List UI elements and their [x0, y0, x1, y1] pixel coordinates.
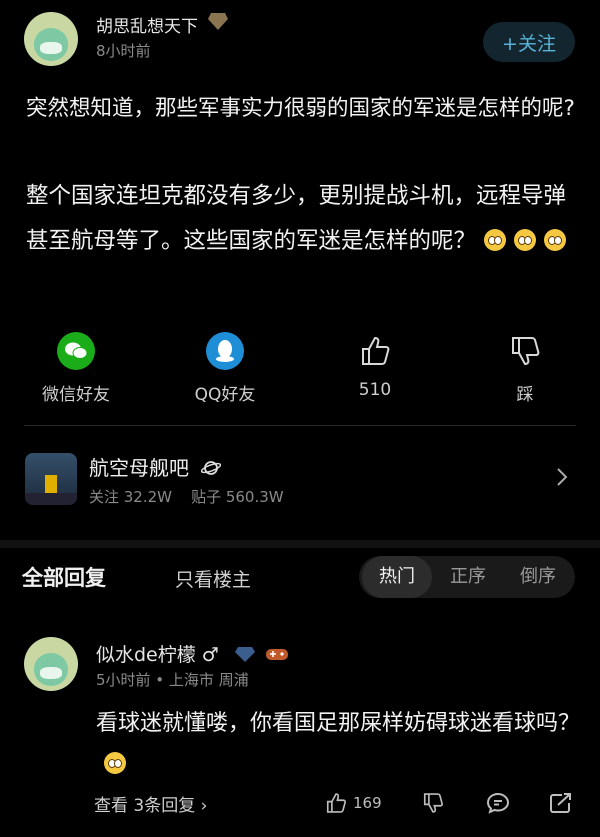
- sort-descending[interactable]: 倒序: [503, 556, 573, 598]
- chevron-right-icon[interactable]: [556, 467, 568, 493]
- replier-avatar[interactable]: [24, 637, 78, 691]
- post-time: 8小时前: [96, 42, 151, 60]
- sort-ascending[interactable]: 正序: [433, 556, 503, 598]
- share-icon: [550, 793, 571, 813]
- emoji-icon: [104, 752, 126, 774]
- forum-avatar[interactable]: [25, 453, 77, 505]
- divider: [24, 425, 576, 426]
- wechat-label: 微信好友: [42, 385, 110, 405]
- reply-dislike-button[interactable]: [422, 790, 444, 816]
- emoji-icon: [514, 229, 537, 251]
- author-avatar[interactable]: [24, 12, 78, 66]
- replier-name[interactable]: 似水de柠檬 ♂: [96, 640, 289, 667]
- reply-text-content: 看球迷就懂喽，你看国足那屎样妨碍球迷看球吗？: [96, 711, 581, 736]
- post-body: 整个国家连坦克都没有多少，更别提战斗机，远程导弹甚至航母等了。这些国家的军迷是怎…: [26, 174, 582, 264]
- qq-icon: [206, 332, 244, 370]
- reply-text: 看球迷就懂喽，你看国足那屎样妨碍球迷看球吗？: [96, 703, 582, 785]
- wechat-icon: [57, 332, 95, 370]
- forum-name-text: 航空母舰吧: [89, 456, 189, 480]
- share-wechat-button[interactable]: 微信好友: [16, 332, 136, 405]
- reply-meta: 5小时前 • 上海市 周浦: [96, 671, 249, 689]
- dislike-button[interactable]: 踩: [465, 332, 585, 405]
- reply-share-button[interactable]: [549, 790, 573, 816]
- gamepad-icon: [265, 649, 288, 660]
- emoji-icon: [544, 229, 567, 251]
- forum-stats: 关注 32.2W 贴子 560.3W: [89, 488, 284, 506]
- thumbs-up-icon: [326, 793, 347, 813]
- comment-icon: [486, 792, 510, 814]
- forum-name[interactable]: 航空母舰吧: [89, 452, 222, 481]
- post-title: 突然想知道，那些军事实力很弱的国家的军迷是怎样的呢?: [26, 96, 575, 121]
- emoji-icon: [484, 229, 507, 251]
- sort-hot[interactable]: 热门: [362, 556, 432, 598]
- qq-label: QQ好友: [194, 385, 256, 405]
- thumbs-up-icon: [356, 332, 394, 370]
- section-separator: [0, 540, 600, 548]
- reply-like-button[interactable]: 169: [325, 790, 382, 816]
- level-badge-icon: [234, 647, 255, 662]
- dislike-label: 踩: [516, 385, 534, 405]
- replier-name-text: 似水de柠檬 ♂: [96, 644, 219, 666]
- follow-button[interactable]: +关注: [483, 22, 575, 62]
- view-replies-link[interactable]: 查看 3条回复 ›: [94, 791, 207, 816]
- op-only-tab[interactable]: 只看楼主: [175, 565, 251, 592]
- all-replies-tab[interactable]: 全部回复: [22, 562, 106, 592]
- thumbs-down-icon: [423, 793, 444, 813]
- planet-icon: [201, 461, 222, 475]
- share-qq-button[interactable]: QQ好友: [165, 332, 285, 405]
- reply-like-count: 169: [353, 794, 382, 812]
- like-button[interactable]: 510: [315, 332, 435, 400]
- like-count: 510: [358, 380, 392, 400]
- reply-comment-button[interactable]: [486, 790, 510, 816]
- thumbs-down-icon: [506, 332, 544, 370]
- author-name[interactable]: 胡思乱想天下: [96, 12, 198, 37]
- level-badge-icon: [208, 13, 228, 30]
